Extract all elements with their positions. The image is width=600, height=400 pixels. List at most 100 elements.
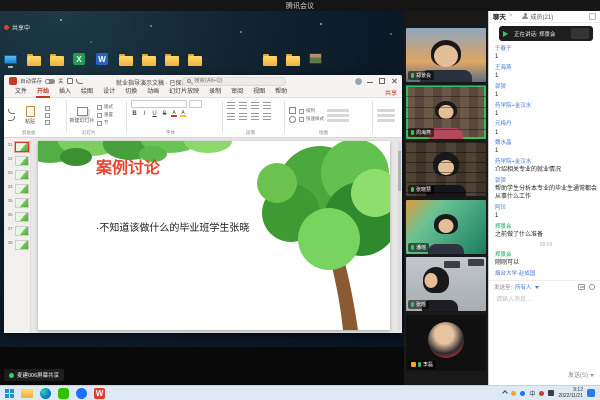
screenshot-icon[interactable] — [578, 284, 585, 290]
cut-copy-painter-buttons[interactable] — [45, 100, 50, 130]
panel-menu-icon[interactable] — [589, 13, 596, 20]
tab-insert[interactable]: 插入 — [54, 87, 76, 98]
ppt-share-button[interactable]: 共享 — [385, 88, 397, 97]
folder-icon[interactable] — [165, 53, 179, 66]
shape-format-buttons[interactable] — [327, 100, 349, 130]
start-button-icon[interactable] — [5, 389, 14, 398]
participant-video-6[interactable]: 李磊 — [406, 315, 486, 371]
participant-avatar — [428, 322, 464, 358]
section-button[interactable]: 节 — [97, 120, 113, 126]
folder-icon[interactable] — [50, 53, 64, 66]
reset-button[interactable]: 重置 — [97, 112, 113, 118]
explorer-icon[interactable] — [21, 389, 33, 398]
slide-thumbnail[interactable]: 38 — [4, 238, 30, 252]
tab-file[interactable]: 文件 — [10, 87, 32, 98]
tab-record[interactable]: 录制 — [204, 87, 226, 98]
person-silhouette — [433, 152, 459, 176]
slide-thumbnail-selected[interactable]: 31 — [4, 140, 30, 154]
excel-file-icon[interactable]: X — [73, 53, 87, 66]
slide-thumbnail[interactable]: 34 — [4, 182, 30, 196]
tab-review[interactable]: 审阅 — [226, 87, 248, 98]
picture-file-icon[interactable] — [309, 53, 323, 66]
participant-video-1[interactable]: 郑景会 — [406, 28, 486, 82]
tray-expand-icon[interactable] — [502, 390, 508, 396]
ppt-search-input[interactable] — [194, 78, 274, 84]
chat-tab-close-icon[interactable]: × — [509, 13, 513, 19]
folder-icon[interactable] — [142, 53, 156, 66]
current-slide[interactable]: 案例讨论 ·不知道该做什么的毕业班学生张晓 — [38, 141, 390, 330]
notification-center-icon[interactable] — [587, 389, 595, 397]
paste-button[interactable]: 粘贴 — [18, 100, 42, 130]
tab-members[interactable]: 成员(21) — [531, 12, 554, 21]
list-buttons[interactable] — [227, 102, 271, 109]
tab-draw[interactable]: 绘图 — [76, 87, 98, 98]
slide-thumbnail[interactable]: 37 — [4, 224, 30, 238]
slide-thumbnail[interactable]: 33 — [4, 168, 30, 182]
undo-icon[interactable] — [76, 79, 83, 84]
font-name-select[interactable] — [131, 100, 187, 108]
folder-icon[interactable] — [27, 53, 41, 66]
this-pc-icon[interactable] — [4, 53, 18, 66]
tab-help[interactable]: 帮助 — [270, 87, 292, 98]
chat-message-list[interactable]: 于春子1 王海燕1 郭赟1 药学院+金汉水1 元梅丹1 魏水晶1 药学院+金汉水… — [495, 45, 597, 277]
align-buttons[interactable] — [227, 113, 271, 120]
slide-thumbnail[interactable]: 35 — [4, 196, 30, 210]
tab-slideshow[interactable]: 幻灯片放映 — [164, 87, 204, 98]
shapes-gallery[interactable] — [289, 100, 296, 130]
autosave-toggle[interactable] — [45, 79, 55, 84]
send-to-select[interactable]: 所有人 — [515, 283, 532, 291]
folder-icon[interactable] — [188, 53, 202, 66]
font-color-button[interactable]: A — [171, 111, 177, 117]
participant-video-3[interactable]: 张晓慧 — [406, 142, 486, 196]
tab-home[interactable]: 开始 — [32, 87, 54, 98]
highlight-color-button[interactable]: A — [180, 111, 186, 117]
tab-view[interactable]: 视图 — [248, 87, 270, 98]
slide-thumbnail[interactable]: 32 — [4, 154, 30, 168]
chat-tab-bar: 聊天 × 成员(21) — [489, 10, 600, 23]
quick-styles-button[interactable]: 快速样式 — [299, 116, 324, 122]
ppt-minimize-icon[interactable] — [366, 77, 374, 85]
edge-browser-icon[interactable] — [40, 388, 51, 399]
screen-share-banner[interactable]: 麦建006屏幕共享 — [4, 369, 64, 381]
tab-design[interactable]: 设计 — [98, 87, 120, 98]
strikethrough-button[interactable]: S — [161, 111, 168, 117]
italic-button[interactable]: I — [141, 111, 148, 117]
mic-icon — [411, 302, 414, 307]
volume-icon[interactable] — [548, 390, 554, 396]
folder-icon[interactable] — [119, 53, 133, 66]
ppt-close-icon[interactable] — [390, 77, 398, 85]
folder-icon[interactable] — [263, 53, 277, 66]
participant-video-2[interactable]: 周海燕 — [406, 85, 486, 139]
font-size-select[interactable] — [189, 100, 202, 108]
account-avatar[interactable] — [355, 78, 362, 85]
editing-buttons[interactable] — [377, 100, 395, 130]
layout-button[interactable]: 版式 — [97, 104, 113, 110]
emoji-icon[interactable] — [589, 284, 595, 290]
ppt-search-box[interactable] — [182, 77, 286, 86]
new-slide-button[interactable]: 新建幻灯片 — [70, 100, 94, 130]
slide-thumbnail[interactable]: 36 — [4, 210, 30, 224]
slide-scrollbar[interactable] — [398, 141, 401, 330]
ppt-maximize-icon[interactable] — [378, 77, 386, 85]
meeting-app-icon[interactable] — [76, 388, 87, 399]
system-tray[interactable]: 中 9:12 2022/11/21 — [503, 387, 595, 400]
participant-name-chip: 潘瑶 — [408, 243, 429, 252]
participant-video-4[interactable]: 潘瑶 — [406, 200, 486, 254]
save-icon[interactable] — [67, 78, 73, 84]
local-clock[interactable]: 9:12 2022/11/21 — [558, 387, 583, 400]
send-button[interactable]: 发送(S) — [568, 370, 594, 379]
participant-video-5[interactable]: 张瑶 — [406, 257, 486, 311]
wps-icon[interactable]: W — [94, 388, 105, 399]
ime-indicator[interactable]: 中 — [529, 389, 535, 398]
chat-message-input[interactable] — [494, 296, 594, 304]
tab-chat[interactable]: 聊天 — [493, 11, 506, 21]
underline-button[interactable]: U — [151, 111, 158, 117]
folder-icon[interactable] — [286, 53, 300, 66]
wechat-icon[interactable] — [58, 388, 69, 399]
undo-redo-buttons[interactable] — [8, 100, 15, 130]
bold-button[interactable]: B — [131, 111, 138, 117]
arrange-button[interactable]: 排列 — [299, 108, 324, 114]
tab-animations[interactable]: 动画 — [142, 87, 164, 98]
tab-transitions[interactable]: 切换 — [120, 87, 142, 98]
word-file-icon[interactable]: W — [96, 53, 110, 66]
